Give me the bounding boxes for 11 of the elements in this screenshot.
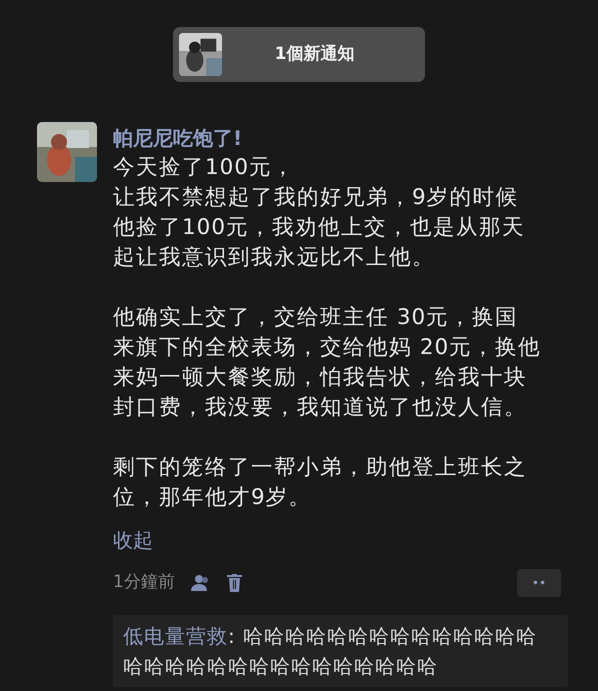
post-paragraph: 剩下的笼络了一帮小弟，助他登上班长之 位，那年他才9岁。 bbox=[113, 454, 528, 512]
collapse-link[interactable]: 收起 bbox=[113, 528, 153, 552]
more-button[interactable]: •• bbox=[517, 569, 561, 597]
comment-text: 低电量营救: 哈哈哈哈哈哈哈哈哈哈哈哈哈哈哈哈哈哈哈哈哈哈哈哈哈哈哈哈哈 bbox=[113, 615, 568, 687]
post-paragraph: 他确实上交了，交给班主任 30元，换国 来旗下的全校表场，交给他妈 20元，换他 来妈一顿大餐奖励，怕我告状，给我十块 封口费，我没要，我知道说了也没人信。 bbox=[113, 304, 542, 422]
timestamp: 1分鐘前 bbox=[113, 571, 175, 594]
trash-icon[interactable] bbox=[226, 574, 242, 592]
post-paragraph: 今天捡了100元， 让我不禁想起了我的好兄弟，9岁的时候 他捡了100元，我劝他上交，也是从那天 起让我意识到我永远比不上他。 bbox=[113, 154, 526, 272]
author-name[interactable]: 帕尼尼吃饱了! bbox=[113, 124, 568, 152]
notification-button[interactable]: 1個新通知 bbox=[173, 27, 425, 82]
people-icon[interactable] bbox=[190, 574, 211, 592]
